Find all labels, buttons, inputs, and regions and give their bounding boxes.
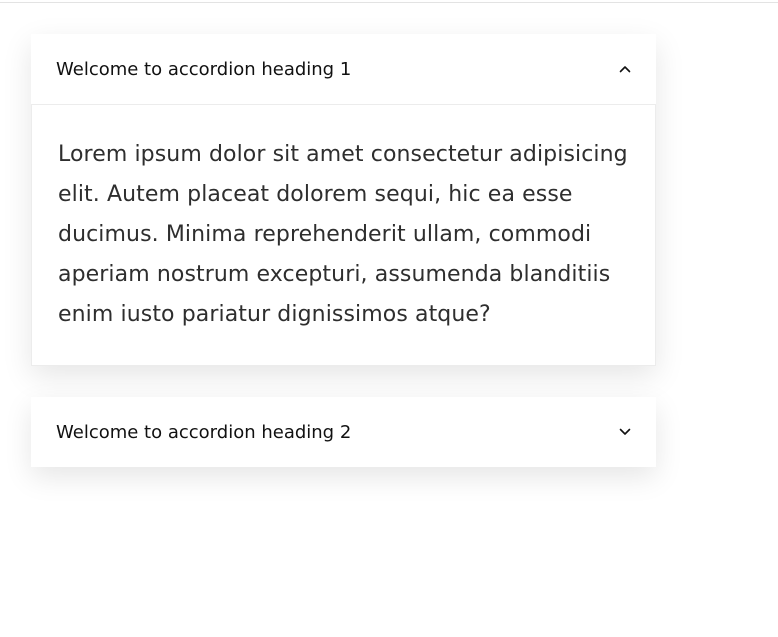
accordion: Welcome to accordion heading 1 Lorem ips… (31, 34, 656, 467)
accordion-heading-1: Welcome to accordion heading 1 (56, 58, 352, 80)
chevron-up-icon[interactable] (618, 62, 632, 76)
accordion-heading-2: Welcome to accordion heading 2 (56, 421, 352, 443)
accordion-header-2[interactable]: Welcome to accordion heading 2 (31, 397, 656, 467)
accordion-item-2: Welcome to accordion heading 2 (31, 397, 656, 467)
accordion-item-1: Welcome to accordion heading 1 Lorem ips… (31, 34, 656, 366)
accordion-header-1[interactable]: Welcome to accordion heading 1 (31, 34, 656, 104)
accordion-panel-1: Lorem ipsum dolor sit amet consectetur a… (31, 104, 656, 366)
chevron-down-icon[interactable] (618, 425, 632, 439)
top-divider (0, 2, 778, 3)
accordion-body-text-1: Lorem ipsum dolor sit amet consectetur a… (58, 142, 628, 327)
